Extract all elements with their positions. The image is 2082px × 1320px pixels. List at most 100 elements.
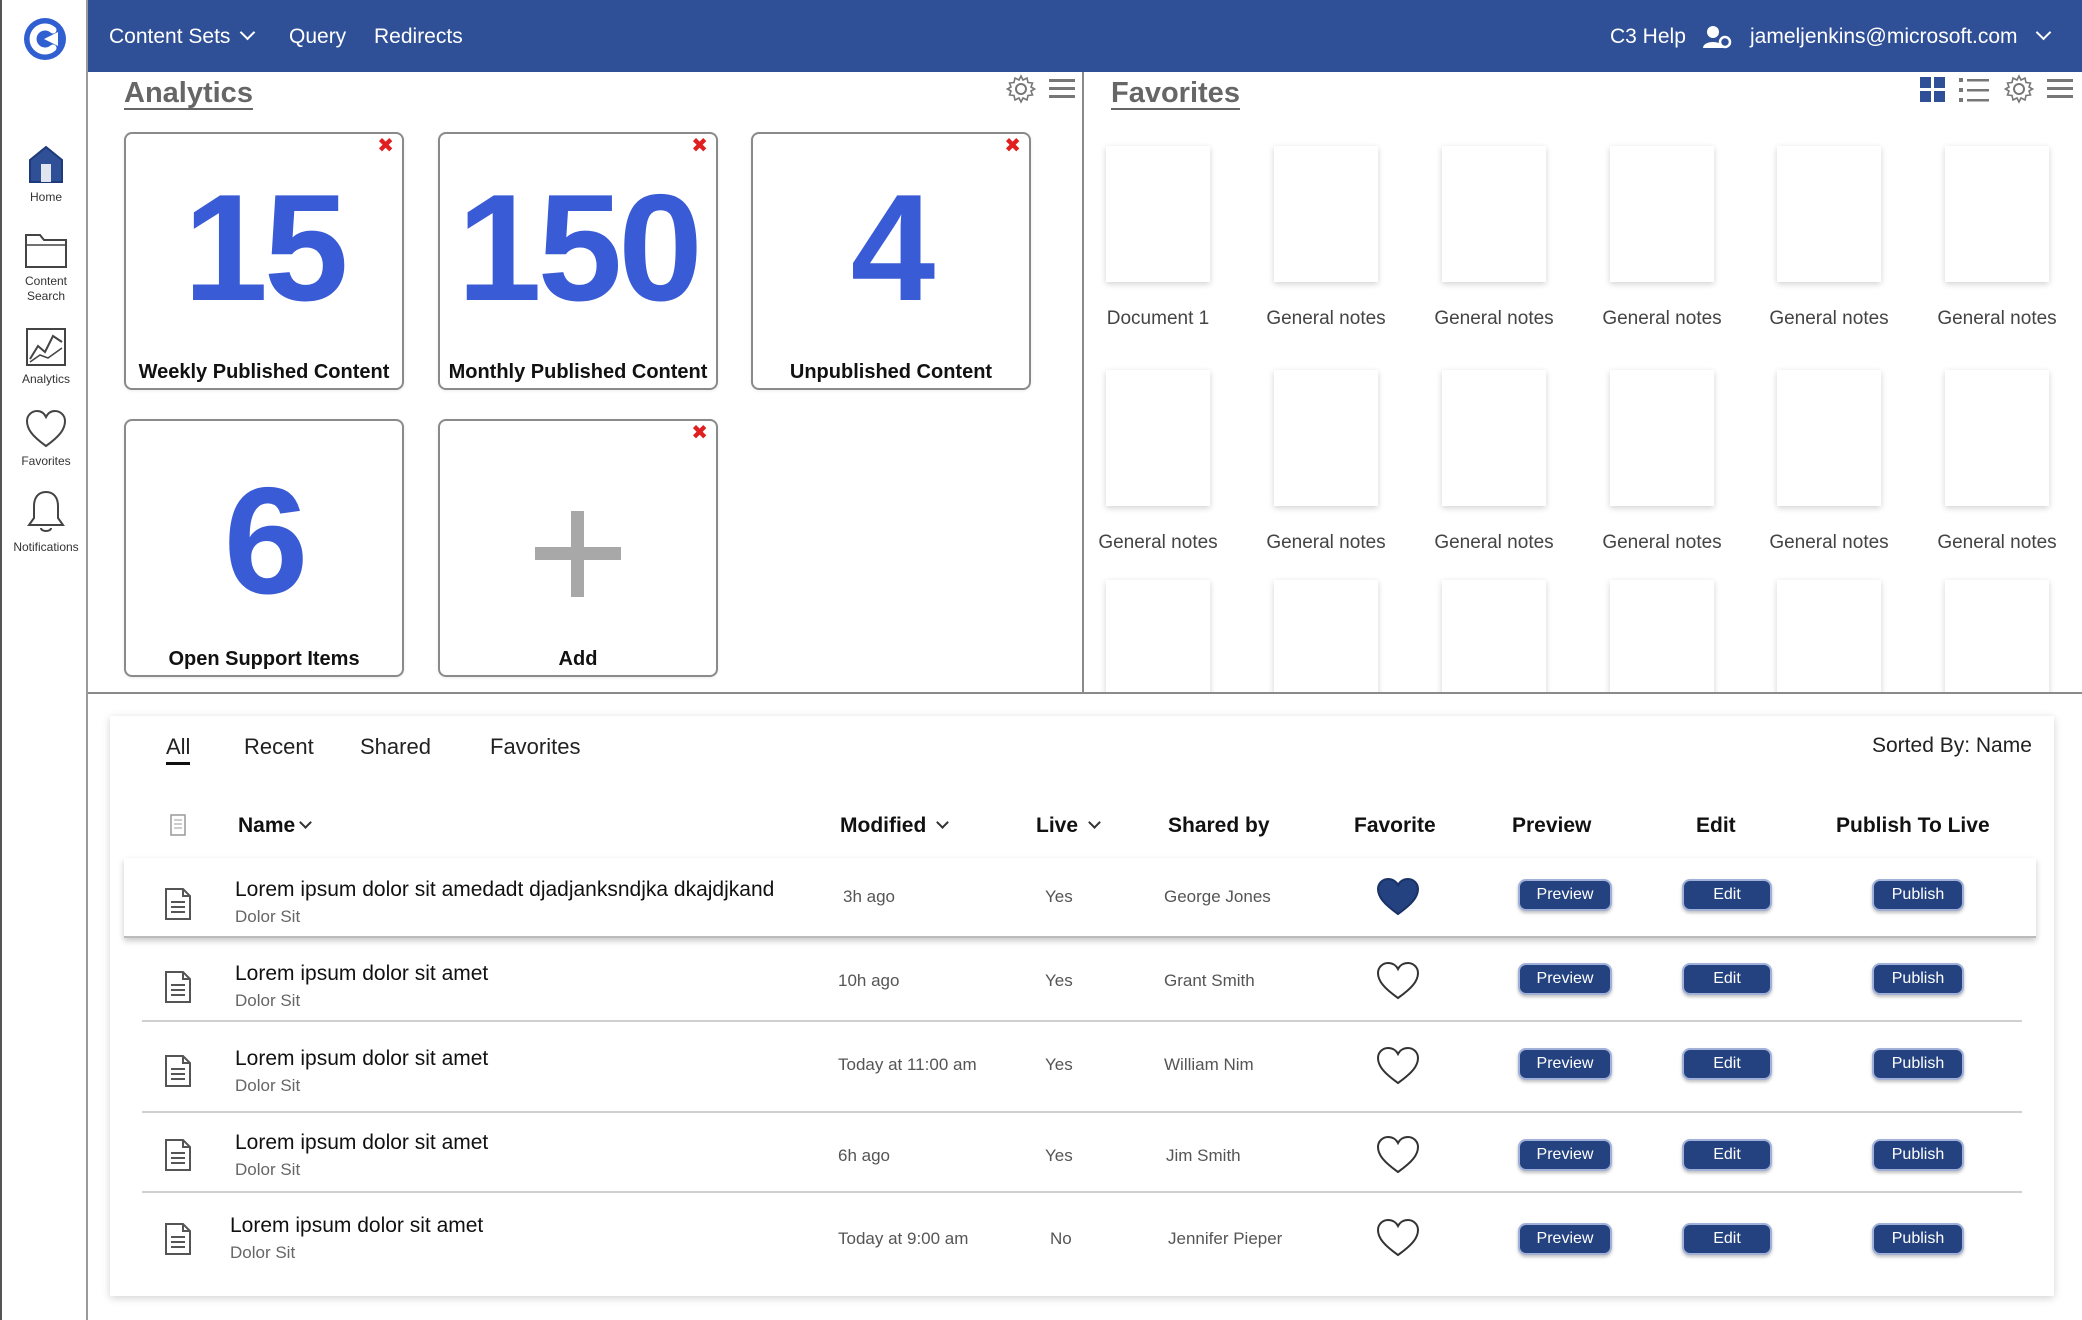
favorite-document-thumbnail[interactable]: [1106, 370, 1210, 506]
publish-button[interactable]: Publish: [1872, 963, 1964, 995]
shared-by: George Jones: [1164, 887, 1271, 906]
list-view-icon[interactable]: [1958, 76, 1990, 104]
app-logo-icon[interactable]: [22, 16, 68, 62]
menu-content-sets[interactable]: Content Sets: [109, 0, 256, 72]
user-menu[interactable]: jameljenkins@microsoft.com: [1750, 0, 2051, 72]
preview-button[interactable]: Preview: [1518, 1223, 1612, 1255]
remove-tile-icon[interactable]: ✖: [691, 136, 708, 156]
metric-tile-support[interactable]: 6 Open Support Items: [124, 419, 404, 677]
favorite-document-thumbnail[interactable]: [1274, 580, 1378, 692]
favorite-document-thumbnail[interactable]: [1442, 580, 1546, 692]
publish-button[interactable]: Publish: [1872, 1048, 1964, 1080]
help-link[interactable]: C3 Help: [1610, 0, 1686, 72]
favorite-document-thumbnail[interactable]: [1610, 146, 1714, 282]
favorite-document-thumbnail[interactable]: [1442, 370, 1546, 506]
heart-outline-icon[interactable]: [1375, 1045, 1421, 1087]
column-header-name[interactable]: Name: [238, 814, 313, 838]
preview-button[interactable]: Preview: [1518, 879, 1612, 911]
favorite-document-label[interactable]: General notes: [1579, 532, 1745, 554]
favorite-document-label[interactable]: Document 1: [1084, 308, 1241, 330]
favorite-document-thumbnail[interactable]: [1777, 370, 1881, 506]
favorite-document-thumbnail[interactable]: [1106, 146, 1210, 282]
tab-recent[interactable]: Recent: [244, 734, 314, 760]
nav-notifications[interactable]: Notifications: [2, 488, 90, 555]
favorite-document-label[interactable]: General notes: [1914, 532, 2080, 554]
remove-tile-icon[interactable]: ✖: [691, 423, 708, 443]
column-header-modified[interactable]: Modified: [840, 814, 950, 838]
favorite-document-thumbnail[interactable]: [1442, 146, 1546, 282]
document-title[interactable]: Lorem ipsum dolor sit amet: [235, 962, 488, 986]
preview-button[interactable]: Preview: [1518, 963, 1612, 995]
add-tile[interactable]: ✖ Add: [438, 419, 718, 677]
favorite-document-label[interactable]: General notes: [1746, 532, 1912, 554]
nav-favorites[interactable]: Favorites: [2, 408, 90, 469]
column-header-live[interactable]: Live: [1036, 814, 1101, 838]
nav-notifications-label: Notifications: [13, 540, 79, 554]
heart-outline-icon[interactable]: [1375, 960, 1421, 1002]
favorite-document-thumbnail[interactable]: [1945, 370, 2049, 506]
settings-gear-icon[interactable]: [1006, 74, 1036, 104]
document-title[interactable]: Lorem ipsum dolor sit amet: [235, 1047, 488, 1071]
favorite-document-thumbnail[interactable]: [1610, 580, 1714, 692]
publish-button[interactable]: Publish: [1872, 879, 1964, 911]
menu-hamburger-icon[interactable]: [1048, 76, 1076, 102]
favorite-document-thumbnail[interactable]: [1777, 580, 1881, 692]
nav-favorites-label: Favorites: [21, 454, 71, 468]
favorite-document-label[interactable]: General notes: [1411, 532, 1577, 554]
favorite-document-label[interactable]: General notes: [1411, 308, 1577, 330]
remove-tile-icon[interactable]: ✖: [1004, 136, 1021, 156]
favorite-document-thumbnail[interactable]: [1777, 146, 1881, 282]
add-tile-label: Add: [558, 648, 598, 670]
settings-gear-icon[interactable]: [2004, 74, 2034, 104]
edit-button[interactable]: Edit: [1682, 963, 1772, 995]
sort-indicator[interactable]: Sorted By: Name: [1872, 734, 2032, 758]
column-header-favorite[interactable]: Favorite: [1354, 814, 1436, 838]
metric-tile-weekly[interactable]: ✖ 15 Weekly Published Content: [124, 132, 404, 390]
nav-content-search[interactable]: Content Search: [2, 228, 90, 304]
heart-outline-icon[interactable]: [1375, 1217, 1421, 1259]
favorite-document-thumbnail[interactable]: [1945, 580, 2049, 692]
edit-button[interactable]: Edit: [1682, 879, 1772, 911]
tab-shared[interactable]: Shared: [360, 734, 431, 760]
metric-tile-unpublished[interactable]: ✖ 4 Unpublished Content: [751, 132, 1031, 390]
publish-button[interactable]: Publish: [1872, 1223, 1964, 1255]
column-header-edit[interactable]: Edit: [1696, 814, 1736, 838]
favorite-document-label[interactable]: General notes: [1243, 308, 1409, 330]
heart-filled-icon[interactable]: [1375, 876, 1421, 918]
document-title[interactable]: Lorem ipsum dolor sit amedadt djadjanksn…: [235, 878, 774, 902]
heart-outline-icon[interactable]: [1375, 1134, 1421, 1176]
favorite-document-thumbnail[interactable]: [1274, 370, 1378, 506]
remove-tile-icon[interactable]: ✖: [377, 136, 394, 156]
nav-home[interactable]: Home: [2, 142, 90, 205]
column-header-preview[interactable]: Preview: [1512, 814, 1591, 838]
tab-favorites[interactable]: Favorites: [490, 734, 580, 760]
favorite-document-label[interactable]: General notes: [1914, 308, 2080, 330]
favorite-document-label[interactable]: General notes: [1746, 308, 1912, 330]
favorite-document-label[interactable]: General notes: [1243, 532, 1409, 554]
preview-button[interactable]: Preview: [1518, 1139, 1612, 1171]
tab-all[interactable]: All: [166, 734, 191, 765]
menu-query[interactable]: Query: [289, 0, 346, 72]
user-settings-icon[interactable]: [1702, 24, 1732, 50]
favorite-document-label[interactable]: General notes: [1084, 532, 1241, 554]
favorite-document-thumbnail[interactable]: [1274, 146, 1378, 282]
document-title[interactable]: Lorem ipsum dolor sit amet: [235, 1131, 488, 1155]
document-title[interactable]: Lorem ipsum dolor sit amet: [230, 1214, 483, 1238]
column-header-publish[interactable]: Publish To Live: [1836, 814, 1990, 838]
favorite-document-thumbnail[interactable]: [1945, 146, 2049, 282]
favorite-document-thumbnail[interactable]: [1610, 370, 1714, 506]
publish-button[interactable]: Publish: [1872, 1139, 1964, 1171]
column-header-shared-by[interactable]: Shared by: [1168, 814, 1270, 838]
menu-redirects[interactable]: Redirects: [374, 0, 463, 72]
edit-button[interactable]: Edit: [1682, 1048, 1772, 1080]
nav-analytics[interactable]: Analytics: [2, 326, 90, 387]
modified-time: 6h ago: [838, 1146, 890, 1165]
edit-button[interactable]: Edit: [1682, 1139, 1772, 1171]
grid-view-icon[interactable]: [1919, 76, 1947, 104]
menu-hamburger-icon[interactable]: [2046, 76, 2074, 102]
favorite-document-label[interactable]: General notes: [1579, 308, 1745, 330]
metric-tile-monthly[interactable]: ✖ 150 Monthly Published Content: [438, 132, 718, 390]
preview-button[interactable]: Preview: [1518, 1048, 1612, 1080]
edit-button[interactable]: Edit: [1682, 1223, 1772, 1255]
favorite-document-thumbnail[interactable]: [1106, 580, 1210, 692]
